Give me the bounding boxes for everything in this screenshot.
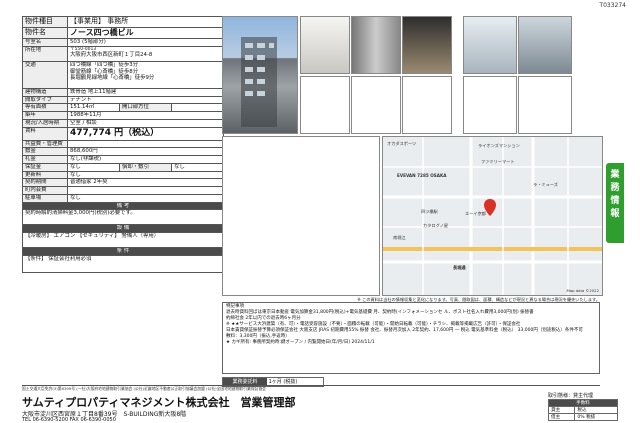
company-name: サムティプロパティマネジメント株式会社 営業管理部 xyxy=(22,396,296,409)
type-value: 【事業用】 事務所 xyxy=(67,16,224,28)
building-exterior-photo xyxy=(222,16,298,134)
map-label: 四ツ橋駅 xyxy=(421,209,438,214)
photo-placeholder xyxy=(300,76,350,134)
corridor-photo xyxy=(402,16,452,74)
map-label: 南堀江 xyxy=(393,235,406,240)
rent-value: 477,774 円（税込） xyxy=(67,126,224,141)
mgmt-key: 共益費・管理費 xyxy=(22,139,68,149)
direction-value xyxy=(171,103,224,112)
fee-value: 税込 xyxy=(574,406,618,414)
rent-key: 賃料 xyxy=(22,126,68,141)
special-notes-line: ★ カギ所有: 事務所契約時:鍵オープン / 内覧開始日(年/月/日) 2024… xyxy=(226,340,375,346)
flat-rate-label: 業務委託料 xyxy=(223,378,267,385)
fee-key: 借主 xyxy=(547,413,576,421)
traffic-line: 長堀鶴見緑地線「心斎橋」徒歩9分 xyxy=(70,75,155,82)
map-label: ラ・ミューズ xyxy=(533,182,558,187)
map-attribution: Map data ©2022 xyxy=(566,288,599,293)
name-key: 物件名 xyxy=(22,27,68,39)
fee-table: 手数料 貸主 税込 借主 0% 税抜 xyxy=(547,399,618,421)
entrance-photo xyxy=(351,16,401,74)
room-key: 号室名 xyxy=(22,38,68,47)
town-fee-value xyxy=(67,186,224,195)
map-label: カタログノ星 xyxy=(423,223,449,228)
equipment-text: 【冷暖房】 エアコン 【セキュリティ】 警備人（専用） xyxy=(22,232,224,248)
renewal-key: 更新料 xyxy=(22,170,68,180)
tab-char: 報 xyxy=(610,209,620,219)
area-value: 151.14㎡ xyxy=(67,103,120,112)
structure-value: 鉄骨造 地上11階建 xyxy=(67,87,224,97)
status-value: 空室 / 相談 xyxy=(67,118,224,128)
photo-placeholder xyxy=(351,76,401,134)
contract-key: 契約期間 xyxy=(22,178,68,187)
location-value: 〒550-0013 大阪府大阪市西区新町１丁目24-8 xyxy=(67,45,224,62)
key-money-key: 礼金 xyxy=(22,155,68,164)
conditions-header: 条 件 xyxy=(22,247,224,256)
conditions-text: 【条件】 保証会社利用必須 xyxy=(22,254,224,273)
guarantee-key: 保証金 xyxy=(22,162,68,172)
contract-value: 普通借家 2年契 xyxy=(67,178,224,187)
interior-photo xyxy=(300,16,350,74)
type-key: 物件種目 xyxy=(22,16,68,28)
mgmt-value xyxy=(67,139,224,149)
company-phone: TEL 06-6390-5200 FAX 06-6390-0050 xyxy=(22,417,116,423)
tab-char: 業 xyxy=(610,170,620,180)
renewal-value: なし xyxy=(67,170,224,180)
deduct-value: なし xyxy=(171,162,224,172)
photo-placeholder xyxy=(518,76,572,134)
location-map[interactable]: オカダスポーツ ライオンズマンション ファミリーマート EVEVAN 7285 … xyxy=(382,136,603,296)
building-icon xyxy=(241,37,277,127)
map-label: オカダスポーツ xyxy=(387,141,417,146)
floor-plan xyxy=(222,136,380,296)
fee-header: 手数料 xyxy=(548,399,618,407)
photo-placeholder xyxy=(463,76,517,134)
building-side-photo xyxy=(463,16,517,74)
key-money-value: なし(非課税) xyxy=(67,155,224,164)
traffic-value: 四つ橋線「四つ橋」徒歩3分 御堂筋線「心斎橋」徒歩8分 長堀鶴見緑地線「心斎橋」徒歩… xyxy=(67,60,224,89)
remarks-text: 契約時解約清掃料金3,000円(税別)必要です。 xyxy=(22,209,224,226)
photo-placeholder xyxy=(402,76,452,134)
map-label: EVEVAN 7285 OSAKA xyxy=(397,173,447,178)
location-key: 所在地 xyxy=(22,45,68,62)
property-name: ノース四つ橋ビル xyxy=(67,27,224,39)
room-value: 503 (5階部分) xyxy=(67,38,224,47)
tab-char: 務 xyxy=(610,183,620,193)
deposit-key: 敷金 xyxy=(22,147,68,156)
deduct-key: 償却・敷引 xyxy=(119,162,172,172)
parking-value: なし xyxy=(67,193,224,203)
street-photo xyxy=(518,16,572,74)
license-info: 国土交通大臣免許(3)第8399号 (一社)大阪府宅地建物取引業協会 (公社)近… xyxy=(22,386,266,391)
business-info-tab[interactable]: 業 務 情 報 xyxy=(606,163,624,243)
map-label: 長堀通 xyxy=(453,265,466,270)
built-key: 築年 xyxy=(22,111,68,120)
direction-key: 開口部方位 xyxy=(119,103,172,112)
town-fee-key: 町内会費 xyxy=(22,186,68,195)
structure-key: 建物構造 xyxy=(22,87,68,97)
document-id: T033274 xyxy=(599,2,626,9)
deposit-value: 868,600円 xyxy=(67,147,224,156)
map-label: エーイ京都 xyxy=(465,211,486,216)
traffic-line: 四つ橋線「四つ橋」徒歩3分 xyxy=(70,61,139,68)
special-notes-box: 特記事項 退去時貸料回ぼは東京日本動産 電気加算金31,800円(税込)+電気基… xyxy=(222,302,600,374)
property-spec-table: 物件種目 【事業用】 事務所 物件名 ノース四つ橋ビル 号室名 503 (5階部分) … xyxy=(22,16,224,273)
map-label: ライオンズマンション xyxy=(478,143,520,148)
built-value: 1988年11月 xyxy=(67,111,224,120)
area-key: 専有面積 xyxy=(22,103,68,112)
guarantee-value: なし xyxy=(67,162,120,172)
equipment-header: 設 備 xyxy=(22,224,224,233)
remarks-header: 備 考 xyxy=(22,201,224,211)
transaction-type: 取引態様：貸主代理 xyxy=(548,393,594,399)
parking-key: 駐車場 xyxy=(22,193,68,203)
address: 大阪府大阪市西区新町１丁目24-8 xyxy=(70,52,153,59)
tab-char: 情 xyxy=(610,196,620,206)
fee-value: 0% 税抜 xyxy=(574,413,618,421)
map-label: ファミリーマート xyxy=(481,159,515,164)
layout-value: テナント xyxy=(67,95,224,105)
layout-key: 間取タイプ xyxy=(22,95,68,105)
traffic-key: 交通 xyxy=(22,60,68,89)
status-key: 現況/入居時期 xyxy=(22,118,68,128)
fee-key: 貸主 xyxy=(547,406,576,414)
